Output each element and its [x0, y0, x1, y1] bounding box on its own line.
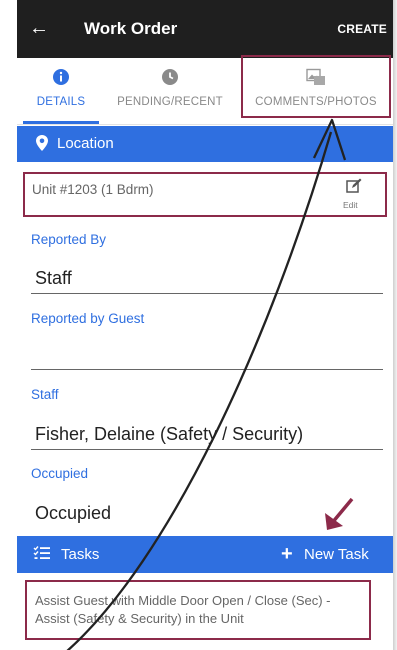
app-header: ← Work Order CREATE — [17, 0, 393, 58]
location-section-header: Location — [17, 126, 393, 162]
list-icon — [33, 545, 51, 566]
annotation-small-arrowhead — [325, 513, 343, 530]
tasks-section-header: Tasks + New Task — [17, 536, 393, 573]
occupied-field[interactable]: Occupied — [35, 503, 111, 524]
annotation-small-arrow — [330, 497, 354, 525]
highlight-box-comments — [241, 55, 391, 118]
page-title: Work Order — [84, 19, 178, 38]
tab-details[interactable]: DETAILS — [23, 58, 99, 124]
tab-details-label: DETAILS — [36, 96, 86, 108]
screenshot-frame: ← Work Order CREATE DETAILS PENDING/RECE… — [0, 0, 397, 650]
staff-label: Staff — [31, 387, 59, 402]
tab-pending-recent-label: PENDING/RECENT — [117, 96, 223, 108]
arrow-left-icon[interactable]: ← — [29, 14, 49, 42]
tasks-section-label: Tasks — [61, 546, 100, 563]
highlight-box-unit — [23, 172, 387, 217]
frame-shadow — [393, 0, 397, 650]
tab-pending-recent[interactable]: PENDING/RECENT — [105, 58, 235, 124]
staff-field[interactable]: Fisher, Delaine (Safety / Security) — [35, 424, 303, 445]
highlight-box-task — [25, 580, 371, 640]
map-pin-icon — [35, 134, 49, 157]
active-tab-indicator — [23, 121, 99, 124]
reported-by-label: Reported By — [31, 232, 107, 247]
reported-by-field[interactable]: Staff — [35, 268, 72, 289]
create-button[interactable]: CREATE — [337, 22, 387, 36]
reported-by-guest-field[interactable] — [31, 369, 383, 370]
plus-icon[interactable]: + — [281, 544, 293, 564]
new-task-button[interactable]: New Task — [304, 546, 369, 563]
reported-by-underline — [31, 293, 383, 294]
info-icon — [52, 68, 70, 91]
location-section-label: Location — [57, 135, 114, 152]
clock-icon — [161, 68, 179, 91]
staff-underline — [31, 449, 383, 450]
reported-by-guest-label: Reported by Guest — [31, 311, 145, 326]
occupied-label: Occupied — [31, 466, 89, 481]
